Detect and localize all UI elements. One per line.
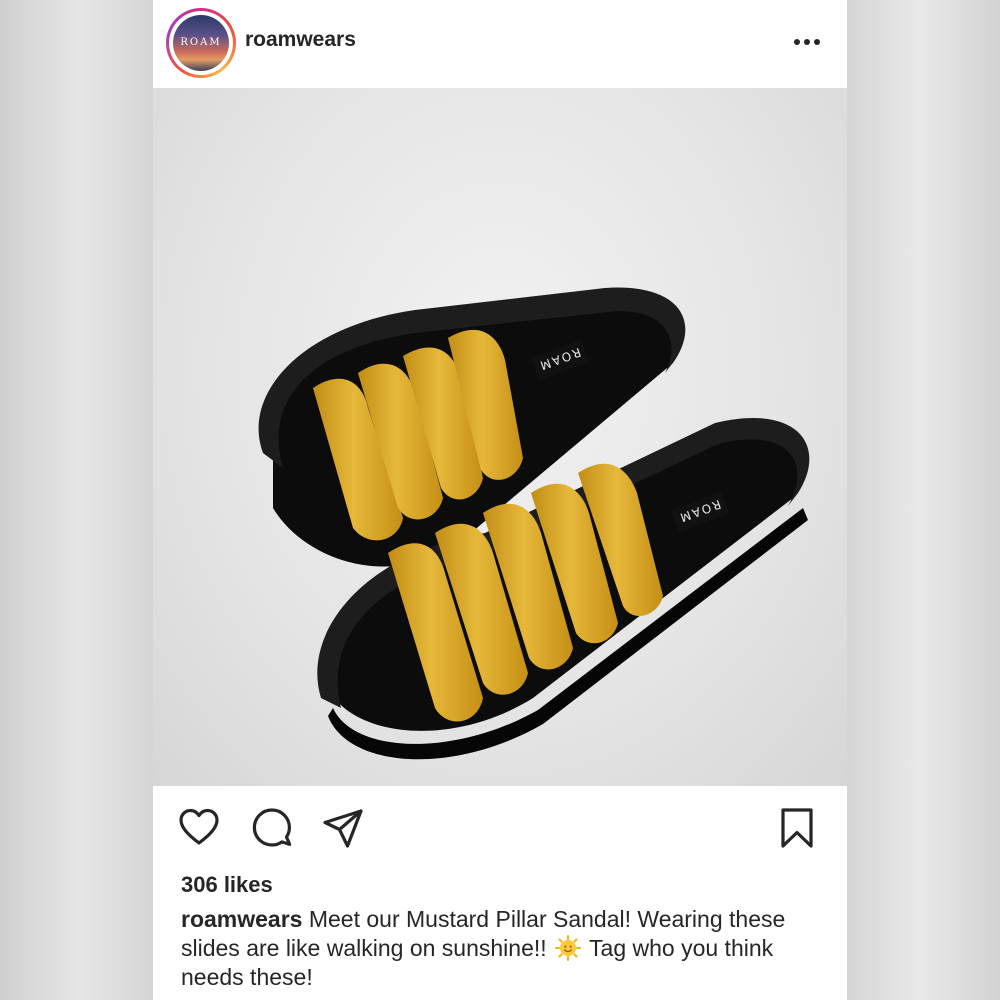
instagram-post-card: ROAM roamwears ROAM ROAM 306 likes roamw… — [153, 0, 847, 1000]
story-ring[interactable]: ROAM — [166, 8, 236, 78]
avatar: ROAM — [173, 15, 229, 71]
post-header: ROAM roamwears — [153, 0, 847, 88]
sandals-illustration: ROAM ROAM — [258, 287, 810, 760]
avatar-logo-text: ROAM — [180, 37, 222, 48]
avatar-gap: ROAM — [169, 11, 233, 75]
comment-icon[interactable] — [250, 806, 294, 850]
caption-username[interactable]: roamwears — [181, 906, 302, 932]
post-photo[interactable]: ROAM ROAM — [153, 88, 847, 786]
post-caption: roamwears Meet our Mustard Pillar Sandal… — [181, 905, 821, 992]
post-username[interactable]: roamwears — [245, 28, 356, 52]
more-horizontal-icon[interactable] — [789, 30, 825, 54]
post-actions-bar — [153, 800, 847, 856]
heart-icon[interactable] — [177, 806, 221, 850]
likes-count[interactable]: 306 likes — [181, 872, 273, 898]
send-icon[interactable] — [321, 806, 365, 850]
bookmark-icon[interactable] — [775, 806, 819, 850]
sun-with-face-emoji — [555, 935, 582, 961]
